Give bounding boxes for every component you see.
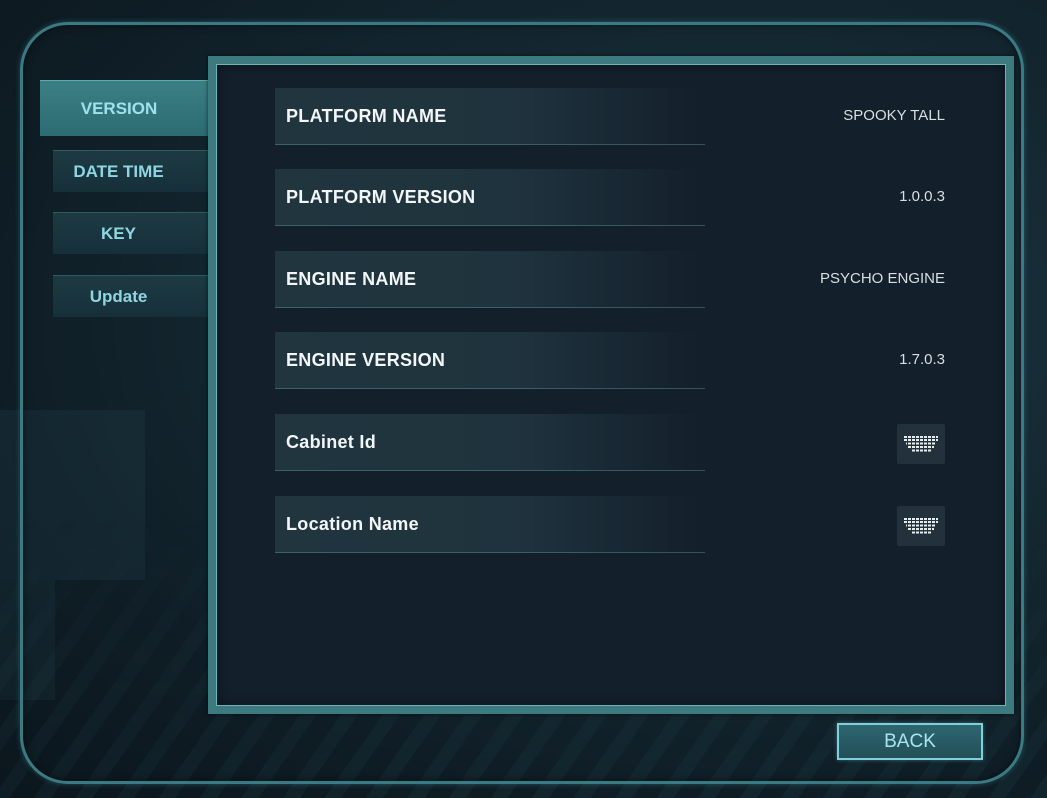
cabinet-id-row: Cabinet Id: [275, 414, 950, 474]
platform-version-label: PLATFORM VERSION: [286, 187, 476, 207]
tab-date-time[interactable]: DATE TIME: [53, 150, 208, 192]
engine-version-row: ENGINE VERSION 1.7.0.3: [275, 332, 950, 392]
cabinet-id-keyboard-button[interactable]: [897, 424, 945, 464]
location-name-row: Location Name: [275, 496, 950, 556]
tab-update-label: Update: [89, 286, 148, 306]
platform-name-row: PLATFORM NAME SPOOKY TALL: [275, 88, 950, 148]
back-button[interactable]: BACK: [837, 723, 983, 760]
platform-version-value: 1.0.0.3: [899, 188, 945, 205]
platform-version-row: PLATFORM VERSION 1.0.0.3: [275, 169, 950, 229]
tab-key[interactable]: KEY: [53, 212, 208, 254]
tab-version-label: VERSION: [80, 98, 158, 118]
tab-key-label: KEY: [101, 223, 136, 243]
platform-name-value: SPOOKY TALL: [843, 107, 945, 124]
back-button-label: BACK: [884, 730, 936, 752]
keyboard-icon: [904, 517, 938, 534]
cabinet-id-label: Cabinet Id: [286, 432, 377, 452]
location-name-label: Location Name: [286, 514, 419, 534]
location-name-keyboard-button[interactable]: [897, 506, 945, 546]
keyboard-icon: [904, 435, 938, 452]
platform-name-label: PLATFORM NAME: [286, 106, 447, 126]
engine-version-label: ENGINE VERSION: [286, 350, 446, 370]
engine-name-row: ENGINE NAME PSYCHO ENGINE: [275, 251, 950, 311]
tab-date-time-label: DATE TIME: [73, 161, 164, 181]
tab-version[interactable]: VERSION: [40, 80, 208, 136]
settings-screen: VERSION DATE TIME KEY Update PLATFORM NA…: [0, 0, 1047, 798]
engine-version-value: 1.7.0.3: [899, 351, 945, 368]
tab-update[interactable]: Update: [53, 275, 208, 317]
engine-name-label: ENGINE NAME: [286, 269, 417, 289]
engine-name-value: PSYCHO ENGINE: [819, 270, 945, 287]
